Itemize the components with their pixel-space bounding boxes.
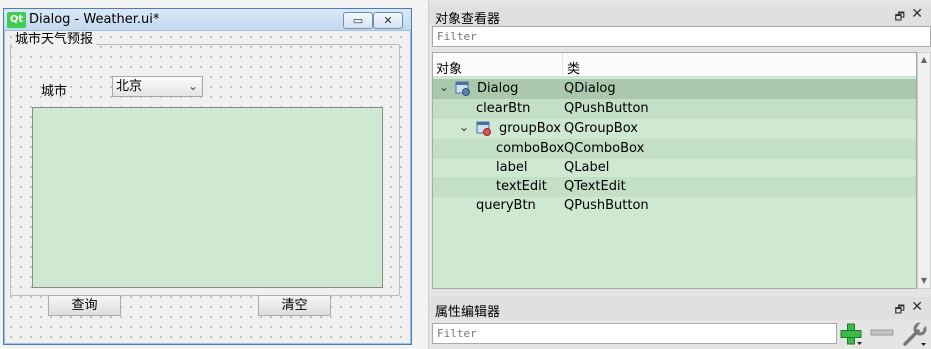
tree-object-name: groupBox: [499, 121, 561, 136]
add-property-icon[interactable]: [839, 322, 863, 346]
object-inspector-title: 对象查看器: [435, 12, 501, 27]
qt-logo-icon: Qt: [7, 12, 26, 28]
weather-groupbox[interactable]: 城市 北京 ⌄: [10, 44, 400, 296]
city-combobox[interactable]: 北京 ⌄: [112, 76, 203, 97]
expand-arrow-icon[interactable]: ⌄: [439, 80, 449, 94]
tree-object-class: QPushButton: [564, 101, 649, 116]
property-editor-title: 属性编辑器: [435, 305, 501, 320]
float-icon[interactable]: 🗗: [895, 8, 905, 27]
column-separator[interactable]: [562, 53, 563, 77]
close-button[interactable]: ✕: [373, 12, 403, 29]
close-icon[interactable]: ✕: [911, 6, 923, 22]
designer-canvas: Qt Dialog - Weather.ui* ▭ ✕ 城市 北京 ⌄ 城市天气…: [0, 0, 428, 349]
property-filter-input[interactable]: Filter: [432, 323, 837, 344]
scroll-up-icon[interactable]: ▲: [918, 53, 930, 67]
column-header-class[interactable]: 类: [567, 58, 580, 77]
scroll-down-icon[interactable]: ▼: [918, 274, 930, 288]
close-icon[interactable]: ✕: [911, 299, 923, 315]
tree-row-clearbtn[interactable]: clearBtn QPushButton: [433, 99, 916, 119]
tree-object-name: queryBtn: [476, 198, 536, 213]
tree-header: 对象 类: [433, 53, 916, 77]
tree-object-name: comboBox: [496, 141, 565, 156]
close-icon: ✕: [383, 14, 393, 27]
object-inspector-header: 对象查看器 🗗 ✕: [429, 4, 931, 27]
object-tree[interactable]: 对象 类 ⌄ Dialog QDialog clearBtn QPushButt…: [432, 52, 917, 289]
tree-object-name: clearBtn: [476, 101, 531, 116]
tree-object-name: textEdit: [496, 179, 547, 194]
weather-text-edit[interactable]: [32, 107, 383, 288]
minimize-button[interactable]: ▭: [343, 12, 373, 29]
window-title: Dialog - Weather.ui*: [29, 12, 160, 27]
minimize-icon: ▭: [352, 14, 364, 27]
object-filter-input[interactable]: Filter: [432, 26, 931, 47]
tree-row-label[interactable]: label QLabel: [433, 158, 916, 178]
form-titlebar[interactable]: Qt Dialog - Weather.ui* ▭ ✕: [4, 9, 411, 31]
groupbox-title: 城市天气预报: [12, 32, 97, 48]
tree-row-textedit[interactable]: textEdit QTextEdit: [433, 177, 916, 197]
property-editor-header: 属性编辑器 🗗 ✕: [429, 297, 931, 320]
expand-arrow-icon[interactable]: ⌄: [459, 120, 469, 134]
object-tree-scrollbar[interactable]: ▲ ▼: [917, 52, 931, 289]
form-body: 城市 北京 ⌄ 城市天气预报 查询 清空: [6, 32, 408, 342]
chevron-down-icon: ⌄: [187, 79, 198, 93]
tree-object-name: label: [496, 160, 528, 175]
clear-button[interactable]: 清空: [258, 295, 331, 316]
tree-object-class: QTextEdit: [564, 179, 626, 194]
float-icon[interactable]: 🗗: [895, 301, 905, 320]
dialog-icon: [455, 81, 470, 96]
tree-row-dialog[interactable]: ⌄ Dialog QDialog: [433, 79, 916, 99]
tree-object-class: QComboBox: [564, 141, 645, 156]
city-label: 城市: [41, 84, 68, 99]
query-button[interactable]: 查询: [48, 295, 121, 316]
tree-object-class: QDialog: [564, 81, 616, 96]
tree-object-class: QLabel: [564, 160, 610, 175]
right-dock: 对象查看器 🗗 ✕ Filter 对象 类 ⌄ Dialog QDialog c…: [428, 0, 931, 349]
wrench-icon[interactable]: [901, 322, 927, 348]
tree-object-class: QPushButton: [564, 198, 649, 213]
city-combobox-value: 北京: [116, 79, 143, 94]
tree-row-groupbox[interactable]: ⌄ groupBox QGroupBox: [433, 119, 916, 139]
tree-object-name: Dialog: [477, 81, 519, 96]
tree-object-class: QGroupBox: [564, 121, 638, 136]
tree-row-querybtn[interactable]: queryBtn QPushButton: [433, 196, 916, 216]
remove-property-icon[interactable]: [870, 327, 894, 339]
tree-row-combobox[interactable]: comboBox QComboBox: [433, 139, 916, 159]
groupbox-icon: [476, 121, 491, 136]
form-window[interactable]: Qt Dialog - Weather.ui* ▭ ✕ 城市 北京 ⌄ 城市天气…: [3, 8, 412, 345]
column-header-object[interactable]: 对象: [436, 58, 462, 77]
